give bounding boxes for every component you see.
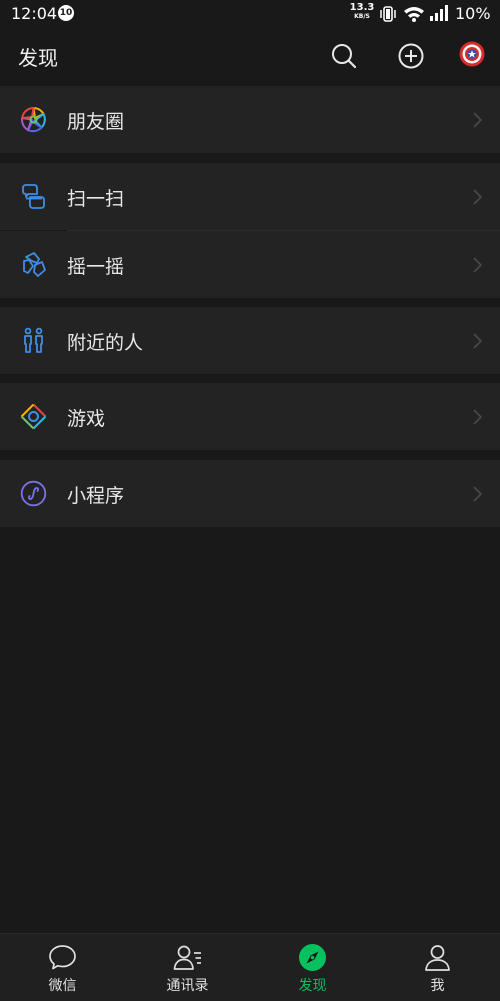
tab-discover[interactable]: 发现 bbox=[250, 934, 375, 1001]
search-icon[interactable] bbox=[330, 42, 358, 70]
tab-contacts-label: 通讯录 bbox=[166, 978, 209, 994]
moments-icon bbox=[21, 106, 46, 133]
chevron-right-icon bbox=[473, 257, 482, 273]
contacts-icon bbox=[173, 945, 201, 970]
mini-programs-item[interactable]: 小程序 bbox=[0, 460, 500, 527]
avatar[interactable] bbox=[459, 41, 485, 67]
mini-programs-icon bbox=[20, 480, 47, 507]
chevron-right-icon bbox=[473, 486, 482, 502]
network-speed-value: 13.3 bbox=[349, 2, 375, 13]
tab-discover-label: 发现 bbox=[298, 978, 327, 994]
battery-level: 10% bbox=[455, 4, 491, 23]
wifi-icon bbox=[404, 7, 424, 22]
vibrate-icon bbox=[380, 6, 396, 22]
scan-label: 扫一扫 bbox=[67, 188, 125, 210]
tab-me[interactable]: 我 bbox=[375, 934, 500, 1001]
scan-icon bbox=[22, 184, 45, 209]
top-bar: 发现 bbox=[0, 28, 500, 84]
chevron-right-icon bbox=[473, 409, 482, 425]
people-nearby-label: 附近的人 bbox=[67, 332, 144, 354]
tab-chats[interactable]: 微信 bbox=[0, 934, 125, 1001]
status-time: 12:04 bbox=[11, 4, 58, 23]
network-speed: 13.3 KB/S bbox=[349, 3, 375, 21]
people-nearby-icon bbox=[24, 327, 43, 353]
chevron-right-icon bbox=[473, 189, 482, 205]
compass-icon bbox=[299, 944, 326, 971]
games-item[interactable]: 游戏 bbox=[0, 383, 500, 450]
games-label: 游戏 bbox=[67, 408, 106, 430]
signal-icon bbox=[430, 5, 448, 21]
people-nearby-item[interactable]: 附近的人 bbox=[0, 307, 500, 374]
chevron-right-icon bbox=[473, 333, 482, 349]
tab-contacts[interactable]: 通讯录 bbox=[125, 934, 250, 1001]
person-icon bbox=[425, 945, 450, 971]
shake-item[interactable]: 摇一摇 bbox=[0, 231, 500, 298]
moments-item[interactable]: 朋友圈 bbox=[0, 86, 500, 153]
chat-bubble-icon bbox=[49, 945, 76, 970]
page-title: 发现 bbox=[18, 46, 58, 70]
status-bar: 12:04 10 13.3 KB/S 10% bbox=[0, 0, 500, 28]
scan-item[interactable]: 扫一扫 bbox=[0, 163, 500, 230]
moments-label: 朋友圈 bbox=[67, 111, 125, 133]
shake-icon bbox=[23, 252, 46, 277]
tab-me-label: 我 bbox=[430, 978, 445, 994]
notification-badge: 10 bbox=[58, 5, 74, 21]
mini-programs-label: 小程序 bbox=[67, 485, 125, 507]
games-icon bbox=[20, 403, 47, 430]
network-speed-unit: KB/S bbox=[354, 13, 370, 20]
add-icon[interactable] bbox=[397, 42, 425, 70]
chevron-right-icon bbox=[473, 112, 482, 128]
shake-label: 摇一摇 bbox=[67, 256, 125, 278]
bottom-tab-bar: 微信 通讯录 发现 我 bbox=[0, 933, 500, 1001]
tab-chats-label: 微信 bbox=[48, 978, 77, 994]
